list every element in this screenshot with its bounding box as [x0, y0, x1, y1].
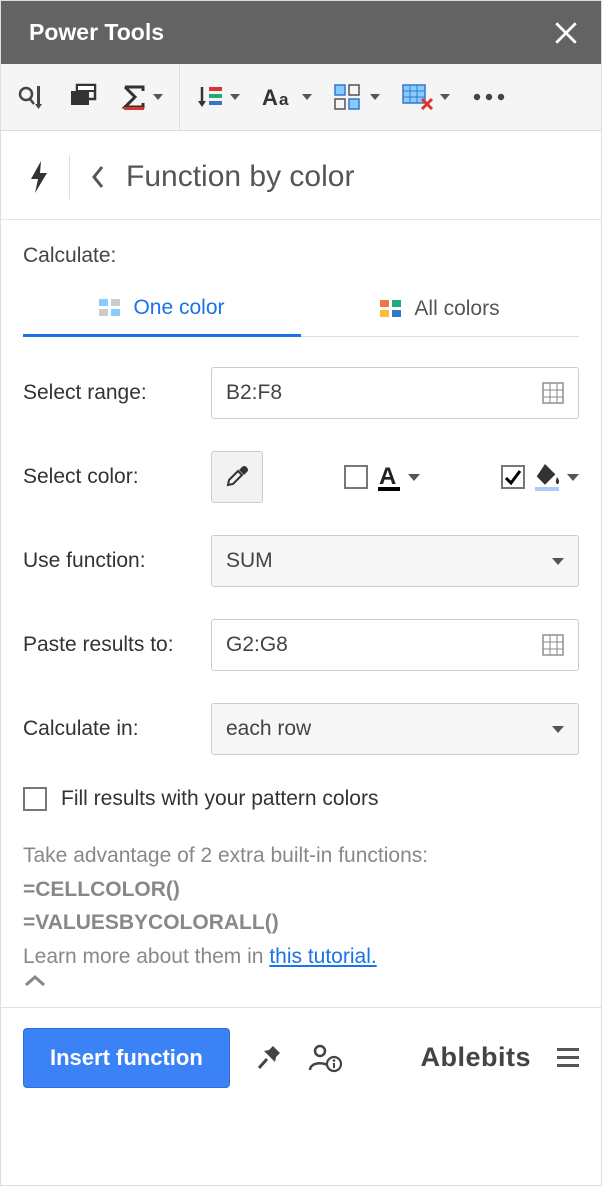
check-icon [503, 467, 523, 487]
fill-color-checkbox[interactable] [501, 465, 525, 489]
toolbar: A a [1, 64, 601, 131]
find-replace-icon[interactable] [17, 82, 47, 112]
hint-fn2: =VALUESBYCOLORALL() [23, 906, 579, 940]
more-icon[interactable] [472, 92, 506, 102]
range-input[interactable]: B2:F8 [211, 367, 579, 419]
hint-line2-pre: Learn more about them in [23, 945, 269, 968]
fill-results-label: Fill results with your pattern colors [61, 787, 378, 811]
title-bar: Power Tools [1, 1, 601, 64]
tab-one-color[interactable]: One color [23, 286, 301, 337]
font-color-dropdown[interactable]: A [376, 462, 420, 492]
function-value: SUM [226, 549, 552, 573]
tutorial-link[interactable]: this tutorial. [269, 945, 376, 968]
back-icon[interactable] [90, 163, 106, 191]
all-colors-icon [380, 300, 402, 318]
app-title: Power Tools [29, 19, 164, 46]
lightning-icon[interactable] [29, 161, 49, 193]
hint-fn1: =CELLCOLOR() [23, 873, 579, 907]
tab-all-colors[interactable]: All colors [301, 286, 579, 337]
calculate-label: Calculate: [23, 244, 579, 268]
font-color-checkbox[interactable] [344, 465, 368, 489]
tab-one-color-label: One color [133, 296, 224, 320]
hint-text: Take advantage of 2 extra built-in funct… [23, 839, 579, 973]
split-cells-icon[interactable] [334, 84, 380, 110]
fill-results-option[interactable]: Fill results with your pattern colors [23, 787, 579, 811]
person-info-icon[interactable] [308, 1043, 342, 1073]
fill-color-dropdown[interactable] [533, 462, 579, 492]
paste-to-value: G2:G8 [226, 633, 542, 657]
sigma-icon[interactable] [121, 84, 163, 110]
menu-icon[interactable] [557, 1048, 579, 1067]
fill-results-checkbox[interactable] [23, 787, 47, 811]
mode-tabs: One color All colors [23, 286, 579, 337]
chevron-down-icon [552, 726, 564, 733]
dedupe-icon[interactable] [69, 83, 99, 111]
eyedropper-icon [224, 464, 250, 490]
calculate-in-select[interactable]: each row [211, 703, 579, 755]
text-case-icon[interactable]: A a [262, 84, 312, 110]
clear-cells-icon[interactable] [402, 84, 450, 110]
footer: Insert function Ablebits [1, 1007, 601, 1107]
collapse-icon[interactable] [23, 973, 47, 989]
close-icon[interactable] [553, 20, 579, 46]
range-value: B2:F8 [226, 381, 542, 405]
select-color-label: Select color: [23, 465, 199, 489]
page-title: Function by color [126, 160, 354, 194]
function-select[interactable]: SUM [211, 535, 579, 587]
svg-text:A: A [379, 463, 396, 490]
divider [69, 155, 70, 199]
chevron-down-icon [552, 558, 564, 565]
font-color-icon: A [376, 462, 404, 492]
insert-function-button[interactable]: Insert function [23, 1028, 230, 1088]
eyedropper-button[interactable] [211, 451, 263, 503]
calculate-in-value: each row [226, 717, 552, 741]
grid-picker-icon[interactable] [542, 634, 564, 656]
paste-to-input[interactable]: G2:G8 [211, 619, 579, 671]
paste-results-label: Paste results to: [23, 633, 199, 657]
hint-line1: Take advantage of 2 extra built-in funct… [23, 839, 579, 873]
sort-icon[interactable] [196, 83, 240, 111]
one-color-icon [99, 299, 121, 317]
svg-text:a: a [279, 90, 289, 109]
tab-all-colors-label: All colors [414, 297, 499, 321]
pin-icon[interactable] [256, 1044, 282, 1072]
svg-text:A: A [262, 85, 278, 110]
calculate-in-label: Calculate in: [23, 717, 199, 741]
use-function-label: Use function: [23, 549, 199, 573]
paint-bucket-icon [533, 462, 563, 492]
select-range-label: Select range: [23, 381, 199, 405]
brand-label: Ablebits [420, 1042, 531, 1073]
grid-picker-icon[interactable] [542, 382, 564, 404]
